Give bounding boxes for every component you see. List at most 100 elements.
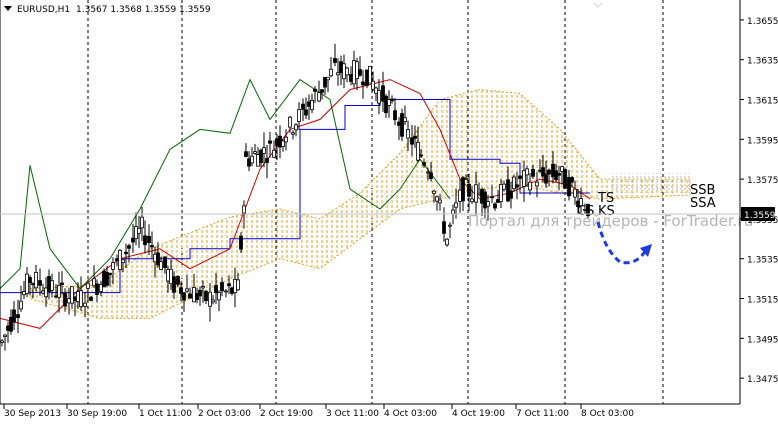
price-tick-label: 1.3515 (747, 296, 778, 306)
candle-body (336, 72, 340, 76)
price-tick-label: 1.3635 (747, 57, 778, 67)
ichimoku-chart[interactable]: TSKSCSSSBSSA Портал для трейдеров - ForT… (0, 0, 778, 420)
candle-body (563, 168, 567, 189)
candle-body (195, 293, 199, 301)
candle-body (50, 280, 54, 291)
price-tick-label: 1.3495 (747, 335, 778, 345)
candle-body (118, 250, 122, 271)
candle-body (137, 228, 141, 234)
candle-body (506, 179, 510, 202)
candle-body (185, 288, 189, 292)
candle-body (445, 238, 449, 246)
time-tick-label: 2 Oct 19:00 (260, 409, 313, 419)
candle-body (307, 101, 311, 107)
candle-body (99, 284, 103, 292)
time-tick-label: 3 Oct 11:00 (326, 409, 379, 419)
candle-body (44, 287, 48, 298)
candle-body (131, 237, 135, 243)
candle-body (535, 181, 539, 187)
candle-body (9, 316, 13, 332)
candle-body (224, 290, 228, 293)
candle-body (247, 158, 251, 167)
candle-body (156, 252, 160, 266)
candle-body (57, 284, 61, 298)
candle-body (288, 116, 292, 128)
candle-body (86, 282, 90, 289)
candle-body (352, 60, 356, 85)
candle-body (38, 280, 42, 286)
candle-body (522, 170, 526, 187)
candle-body (253, 151, 257, 154)
candle-body (323, 77, 327, 88)
candle-body (233, 279, 237, 293)
candle-body (349, 74, 353, 82)
candle-body (317, 92, 321, 102)
candle-body (320, 89, 324, 93)
candle-body (70, 286, 74, 304)
candle-body (214, 285, 218, 294)
candle-body (92, 278, 96, 287)
candle-body (342, 63, 346, 80)
candle-body (547, 169, 551, 175)
candle-body (220, 282, 224, 292)
candle-body (163, 256, 167, 268)
candle-body (140, 216, 144, 229)
candle-body (102, 270, 106, 288)
candle-body (291, 132, 295, 135)
candle-body (47, 276, 51, 292)
candle-body (557, 173, 561, 176)
candle-body (73, 296, 77, 301)
candle-body (541, 167, 545, 177)
candle-body (250, 155, 254, 164)
candle-body (502, 183, 506, 190)
candle-body (31, 283, 35, 286)
candle-body (89, 296, 93, 301)
candle-body (201, 286, 205, 289)
candle-body (509, 190, 513, 199)
candle-body (518, 175, 522, 179)
chart-ohlc: 1.3567 1.3568 1.3559 1.3559 (76, 5, 211, 15)
candle-body (573, 188, 577, 198)
candle-body (115, 258, 119, 261)
candle-body (406, 129, 410, 139)
candle-body (166, 269, 170, 282)
candle-body (426, 171, 430, 174)
candle-body (159, 261, 163, 270)
candle-body (435, 196, 439, 202)
current-price-label: 1.3559 (744, 211, 776, 221)
candle-body (470, 198, 474, 203)
candle-body (12, 309, 16, 323)
candle-body (454, 202, 458, 208)
candle-body (474, 184, 478, 203)
candle-body (284, 136, 288, 143)
candle-body (410, 137, 414, 145)
chart-container[interactable]: TS KS CS SSB SSA Портал для трейдеров - ForT… (0, 0, 778, 420)
watermark: Портал для трейдеров - ForTrader.ru (468, 212, 753, 230)
candle-body (169, 268, 173, 285)
candle-body (531, 168, 535, 177)
candle-body (134, 226, 138, 240)
candle-body (361, 81, 365, 86)
candle-body (438, 199, 442, 204)
candle-body (377, 90, 381, 104)
candle-body (153, 253, 157, 263)
candle-body (105, 272, 109, 286)
candle-body (172, 276, 176, 293)
candle-body (176, 276, 180, 285)
candle-body (477, 192, 481, 196)
candle-body (179, 287, 183, 294)
candle-body (217, 292, 221, 301)
candle-body (480, 189, 484, 204)
candle-body (400, 113, 404, 137)
candle-body (432, 190, 436, 194)
candle-body (301, 103, 305, 110)
candle-body (387, 99, 391, 106)
candle-body (244, 151, 248, 157)
candle-body (297, 109, 301, 122)
candle-body (265, 158, 269, 163)
candle-body (333, 58, 337, 63)
candle-body (381, 85, 385, 102)
candle-body (83, 302, 87, 307)
candle-body (393, 110, 397, 121)
candle-body (281, 140, 285, 147)
